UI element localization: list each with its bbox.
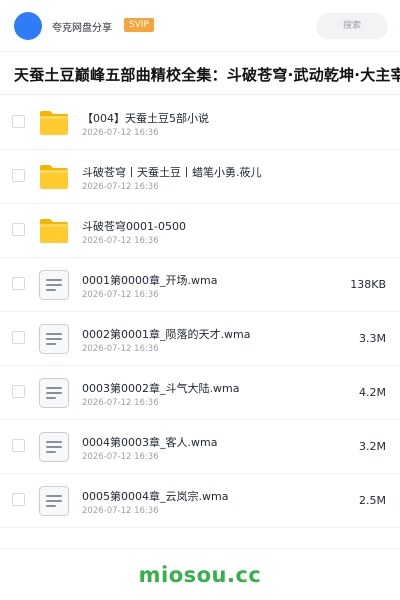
select-checkbox[interactable] (12, 439, 25, 452)
file-size: 138KB (350, 278, 386, 291)
file-size: 3.3M (359, 332, 386, 345)
file-date: 2026-07-12 16:36 (82, 506, 159, 516)
file-name[interactable]: 斗破苍穹丨天蚕土豆丨蜡笔小勇.莜儿 (82, 164, 262, 180)
document-icon (38, 377, 70, 409)
file-name[interactable]: 0003第0002章_斗气大陆.wma (82, 380, 239, 396)
list-item[interactable]: 0003第0002章_斗气大陆.wma 2026-07-12 16:36 4.2M (0, 366, 400, 420)
document-icon (38, 269, 70, 301)
file-size: 4.2M (359, 386, 386, 399)
avatar[interactable] (14, 12, 42, 40)
document-icon (38, 323, 70, 355)
share-page: 夸克网盘分享 SVIP 搜索 天蚕土豆巅峰五部曲精校全集：斗破苍穹·武动乾坤·大… (0, 0, 400, 600)
share-owner-name: 夸克网盘分享 (52, 23, 112, 34)
file-name[interactable]: 0005第0004章_云岚宗.wma (82, 488, 228, 504)
file-date: 2026-07-12 16:36 (82, 182, 159, 192)
folder-icon (38, 161, 70, 193)
file-date: 2026-07-12 16:36 (82, 290, 159, 300)
list-item[interactable]: 0004第0003章_客人.wma 2026-07-12 16:36 3.2M (0, 420, 400, 474)
file-date: 2026-07-12 16:36 (82, 236, 159, 246)
list-item[interactable]: 斗破苍穹丨天蚕土豆丨蜡笔小勇.莜儿 2026-07-12 16:36 (0, 150, 400, 204)
file-size: 2.5M (359, 494, 386, 507)
list-item[interactable]: 0002第0001章_陨落的天才.wma 2026-07-12 16:36 3.3M (0, 312, 400, 366)
page-title: 天蚕土豆巅峰五部曲精校全集：斗破苍穹·武动乾坤·大主宰 (14, 66, 400, 84)
file-name[interactable]: 【004】天蚕土豆5部小说 (82, 110, 209, 126)
list-item[interactable]: 【004】天蚕土豆5部小说 2026-07-12 16:36 (0, 96, 400, 150)
search-button[interactable]: 搜索 (316, 13, 388, 39)
document-icon (38, 485, 70, 517)
file-name[interactable]: 0004第0003章_客人.wma (82, 434, 217, 450)
folder-icon (38, 215, 70, 247)
file-date: 2026-07-12 16:36 (82, 128, 159, 138)
select-checkbox[interactable] (12, 115, 25, 128)
file-name[interactable]: 0001第0000章_开场.wma (82, 272, 217, 288)
select-checkbox[interactable] (12, 277, 25, 290)
folder-icon (38, 107, 70, 139)
select-checkbox[interactable] (12, 331, 25, 344)
list-item[interactable]: 斗破苍穹0001-0500 2026-07-12 16:36 (0, 204, 400, 258)
file-date: 2026-07-12 16:36 (82, 452, 159, 462)
file-date: 2026-07-12 16:36 (82, 344, 159, 354)
file-date: 2026-07-12 16:36 (82, 398, 159, 408)
list-item[interactable]: 0001第0000章_开场.wma 2026-07-12 16:36 138KB (0, 258, 400, 312)
divider (0, 94, 400, 95)
select-checkbox[interactable] (12, 169, 25, 182)
brand-logo-text[interactable]: miosou.cc (0, 563, 400, 587)
header: 夸克网盘分享 SVIP 搜索 (0, 0, 400, 52)
footer: miosou.cc (0, 548, 400, 600)
select-checkbox[interactable] (12, 493, 25, 506)
document-icon (38, 431, 70, 463)
list-item[interactable]: 0005第0004章_云岚宗.wma 2026-07-12 16:36 2.5M (0, 474, 400, 528)
svip-badge: SVIP (124, 18, 154, 32)
file-name[interactable]: 斗破苍穹0001-0500 (82, 218, 186, 234)
file-size: 3.2M (359, 440, 386, 453)
select-checkbox[interactable] (12, 385, 25, 398)
file-list: 【004】天蚕土豆5部小说 2026-07-12 16:36 斗破苍穹丨天蚕土豆丨蜡… (0, 96, 400, 528)
select-checkbox[interactable] (12, 223, 25, 236)
file-name[interactable]: 0002第0001章_陨落的天才.wma (82, 326, 250, 342)
